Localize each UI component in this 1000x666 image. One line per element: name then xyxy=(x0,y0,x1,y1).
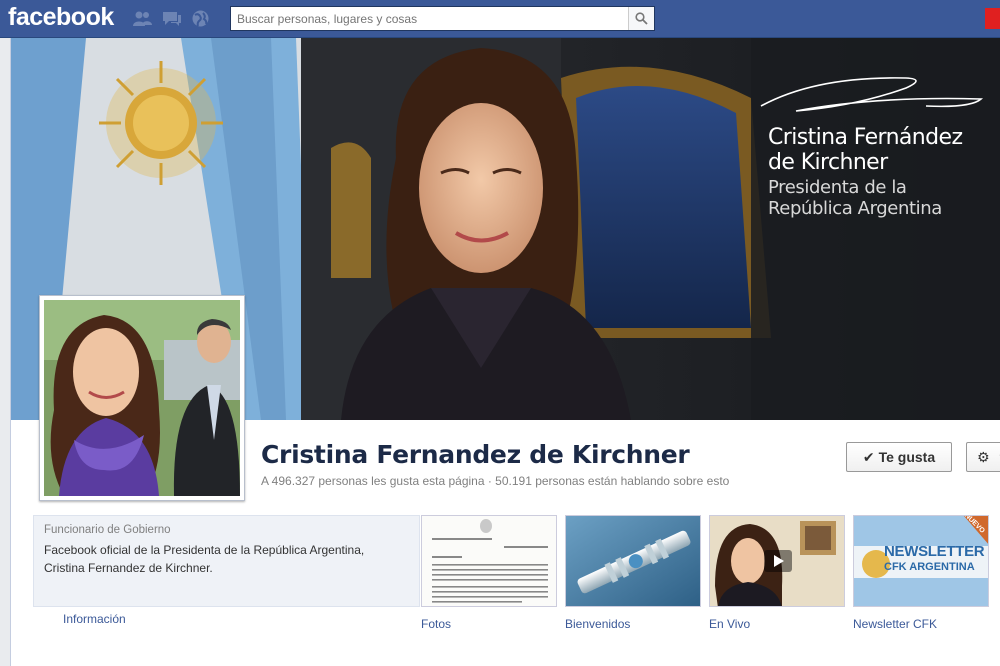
cover-title-line1: Cristina Fernández xyxy=(768,125,963,150)
messages-icon[interactable] xyxy=(161,9,182,28)
app-label-welcome[interactable]: Bienvenidos xyxy=(565,617,630,631)
search-input[interactable] xyxy=(231,7,626,30)
check-icon: ✔ xyxy=(862,448,875,465)
page-description: Facebook oficial de la Presidenta de la … xyxy=(44,541,409,577)
top-bar: facebook xyxy=(0,0,1000,38)
app-label-live[interactable]: En Vivo xyxy=(709,617,750,631)
search-icon xyxy=(635,12,648,25)
app-tile-photos[interactable] xyxy=(421,515,557,607)
notification-jewels xyxy=(132,9,211,28)
signature-image xyxy=(760,77,984,112)
notification-badge[interactable] xyxy=(985,8,1000,29)
profile-photo-image xyxy=(44,300,240,496)
page-description-line1: Facebook oficial de la Presidenta de la … xyxy=(44,543,365,557)
like-button-label: Te gusta xyxy=(878,449,936,465)
cover-title-line2: de Kirchner xyxy=(768,150,888,175)
settings-button[interactable]: ⚙ ▾ xyxy=(966,442,1000,472)
search-box xyxy=(230,6,655,31)
page-category: Funcionario de Gobierno xyxy=(44,524,171,536)
app-tile-newsletter[interactable]: NEWSLETTER CFK ARGENTINA NUEVO xyxy=(853,515,989,607)
app-label-newsletter[interactable]: Newsletter CFK xyxy=(853,617,937,631)
page-name: Cristina Fernandez de Kirchner xyxy=(261,440,690,469)
about-box: Funcionario de Gobierno Facebook oficial… xyxy=(33,515,420,607)
welcome-thumbnail-image xyxy=(566,516,700,606)
friend-requests-icon[interactable] xyxy=(132,9,153,28)
profile-picture[interactable] xyxy=(39,295,245,501)
live-thumbnail-image xyxy=(710,516,844,606)
newsletter-tile-subtitle: CFK ARGENTINA xyxy=(884,561,975,573)
app-label-photos[interactable]: Fotos xyxy=(421,617,451,631)
page-timeline: Cristina Fernández de Kirchner President… xyxy=(10,38,1000,666)
photos-thumbnail-image xyxy=(422,516,556,606)
notifications-globe-icon[interactable] xyxy=(190,9,211,28)
newsletter-tile-title: NEWSLETTER xyxy=(884,543,985,560)
gear-icon: ⚙ xyxy=(977,448,990,465)
about-link[interactable]: Información xyxy=(63,612,126,626)
page-stats: A 496.327 personas les gusta esta página… xyxy=(261,474,730,488)
like-button[interactable]: ✔ Te gusta xyxy=(846,442,952,472)
facebook-logo[interactable]: facebook xyxy=(8,3,114,32)
cover-subtitle: Presidenta de la República Argentina xyxy=(768,177,942,219)
cover-subtitle-line2: República Argentina xyxy=(768,198,942,219)
page-description-line2: Cristina Fernandez de Kirchner. xyxy=(44,561,213,575)
app-tile-welcome[interactable] xyxy=(565,515,701,607)
search-button[interactable] xyxy=(628,7,654,30)
cover-title: Cristina Fernández de Kirchner xyxy=(768,125,963,175)
cover-subtitle-line1: Presidenta de la xyxy=(768,177,907,198)
app-tile-live[interactable] xyxy=(709,515,845,607)
